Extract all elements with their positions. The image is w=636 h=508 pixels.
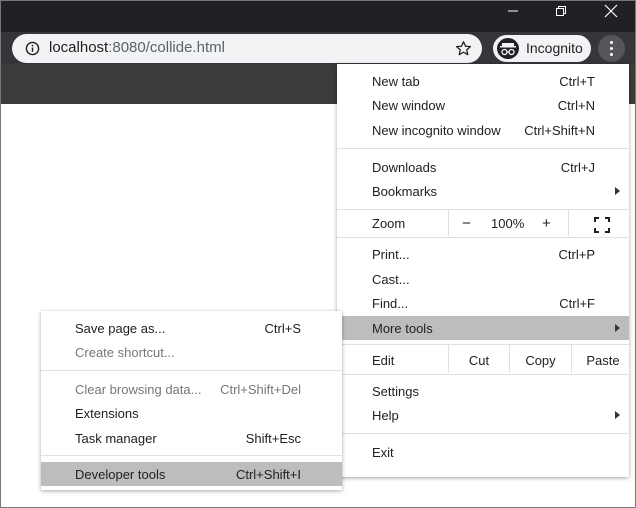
close-icon [604,4,618,18]
minimize-icon [508,10,518,12]
menu-item-label: Exit [372,445,394,460]
address-bar[interactable]: localhost:8080/collide.html [12,34,482,63]
url-path: :8080/collide.html [108,39,225,56]
address-url[interactable]: localhost:8080/collide.html [49,39,225,56]
restore-icon [556,6,566,16]
incognito-label: Incognito [526,40,583,56]
submenu-arrow-icon [615,411,620,419]
menu-item-task-manager[interactable]: Task manager Shift+Esc [41,426,342,450]
menu-item-extensions[interactable]: Extensions [41,401,342,425]
menu-item-label: Edit [372,353,395,368]
menu-separator [337,148,629,149]
restore-button[interactable] [538,0,584,22]
cut-button[interactable]: Cut [449,353,509,368]
menu-item-clear-browsing-data[interactable]: Clear browsing data... Ctrl+Shift+Del [41,377,342,401]
incognito-spy-icon [497,38,519,59]
menu-item-shortcut: Ctrl+P [558,247,595,262]
menu-item-label: Find... [372,296,409,311]
menu-item-cast[interactable]: Cast... [337,267,629,291]
menu-separator [337,433,629,434]
menu-item-label: Settings [372,384,419,399]
menu-item-label: Downloads [372,160,437,175]
zoom-in-button[interactable]: + [542,215,551,232]
incognito-badge[interactable]: Incognito [493,35,591,62]
title-bar [0,0,636,34]
menu-item-label: More tools [372,321,433,336]
menu-item-edit: Edit Cut Copy Paste [337,345,629,373]
zoom-out-button[interactable]: − [462,215,471,232]
menu-item-create-shortcut[interactable]: Create shortcut... [41,340,342,364]
menu-item-shortcut: Ctrl+S [264,321,301,336]
menu-item-label: Create shortcut... [75,345,175,360]
menu-separator [41,455,342,456]
fullscreen-icon[interactable] [594,217,610,233]
paste-button[interactable]: Paste [572,353,634,368]
menu-item-label: Help [372,408,399,423]
menu-item-save-page-as[interactable]: Save page as... Ctrl+S [41,316,342,340]
menu-separator [41,370,342,371]
menu-item-new-incognito-window[interactable]: New incognito window Ctrl+Shift+N [337,118,629,142]
menu-item-shortcut: Ctrl+F [559,296,595,311]
menu-separator [337,374,629,375]
zoom-divider [448,210,449,236]
menu-item-more-tools[interactable]: More tools [337,316,629,340]
menu-separator [337,344,629,345]
star-icon[interactable] [455,40,472,57]
menu-item-shortcut: Ctrl+Shift+I [235,467,301,482]
three-dots-vertical-icon [610,41,613,44]
menu-item-new-tab[interactable]: New tab Ctrl+T [337,69,629,93]
menu-separator [337,209,629,210]
url-host: localhost [49,39,109,56]
info-icon[interactable] [25,41,40,56]
menu-separator [337,237,629,238]
menu-item-label: Clear browsing data... [75,382,202,397]
close-window-button[interactable] [588,0,634,22]
zoom-divider [568,210,569,236]
menu-item-find[interactable]: Find... Ctrl+F [337,291,629,315]
menu-item-developer-tools[interactable]: Developer tools Ctrl+Shift+I [41,462,342,486]
menu-item-label: Developer tools [75,467,166,482]
menu-item-shortcut: Ctrl+J [560,160,595,175]
submenu-arrow-icon [615,187,620,195]
zoom-level: 100% [491,216,525,231]
menu-item-new-window[interactable]: New window Ctrl+N [337,93,629,117]
menu-item-label: Bookmarks [372,184,438,199]
menu-item-shortcut: Shift+Esc [245,431,301,446]
menu-item-settings[interactable]: Settings [337,379,629,403]
menu-item-label: Task manager [75,431,157,446]
menu-item-label: Extensions [75,406,139,421]
chrome-main-menu: New tab Ctrl+T New window Ctrl+N New inc… [337,64,629,477]
menu-item-label: New tab [372,74,420,89]
menu-item-label: Save page as... [75,321,166,336]
submenu-arrow-icon [615,324,620,332]
menu-item-zoom: Zoom − 100% + [337,210,629,236]
copy-button[interactable]: Copy [510,353,571,368]
menu-item-label: Cast... [372,272,410,287]
menu-item-label: Print... [372,247,410,262]
menu-item-exit[interactable]: Exit [337,440,629,464]
menu-item-label: Zoom [372,216,406,231]
menu-item-bookmarks[interactable]: Bookmarks [337,179,629,203]
menu-item-shortcut: Ctrl+N [557,98,595,113]
chrome-menu-button[interactable] [598,35,625,62]
menu-item-label: New window [372,98,445,113]
menu-item-help[interactable]: Help [337,403,629,427]
more-tools-submenu: Save page as... Ctrl+S Create shortcut..… [41,311,342,490]
menu-item-shortcut: Ctrl+Shift+Del [220,382,301,397]
menu-item-downloads[interactable]: Downloads Ctrl+J [337,155,629,179]
menu-item-shortcut: Ctrl+T [559,74,595,89]
minimize-button[interactable] [490,0,536,22]
menu-item-print[interactable]: Print... Ctrl+P [337,242,629,266]
menu-item-label: New incognito window [372,123,501,138]
menu-item-shortcut: Ctrl+Shift+N [524,123,595,138]
